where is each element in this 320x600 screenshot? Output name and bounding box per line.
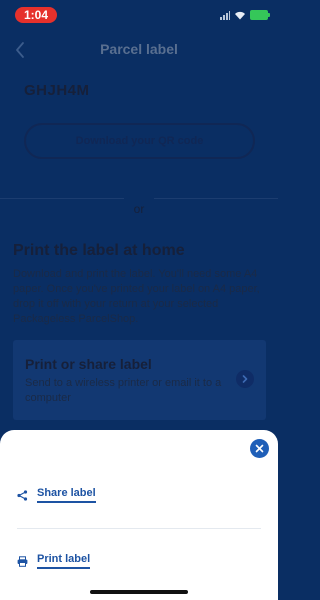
chevron-right-icon[interactable] xyxy=(236,370,254,388)
status-icons xyxy=(220,8,270,22)
print-label-text: Print label xyxy=(37,553,91,569)
print-label-option[interactable]: Print label xyxy=(17,551,91,571)
return-code: GHJH4M xyxy=(24,82,90,99)
download-qr-button[interactable]: Download your QR code xyxy=(24,123,255,159)
signal-icon xyxy=(220,10,230,20)
page-title: Parcel label xyxy=(100,41,178,57)
print-card-title: Print or share label xyxy=(25,356,152,372)
main-content: GHJH4M Download your QR code or Print th… xyxy=(0,70,278,420)
header: Parcel label xyxy=(0,30,278,70)
print-or-share-card[interactable]: Print or share label Send to a wireless … xyxy=(13,340,266,420)
printer-icon xyxy=(17,555,28,567)
status-bar: 1:04 xyxy=(0,0,278,30)
sheet-divider xyxy=(17,528,261,529)
share-print-sheet: Share label Print label xyxy=(0,430,278,600)
divider-left xyxy=(0,198,124,199)
section-title: Print the label at home xyxy=(13,242,185,259)
home-indicator xyxy=(90,590,188,594)
share-label-option[interactable]: Share label xyxy=(17,485,96,505)
print-card-description: Send to a wireless printer or email it t… xyxy=(25,377,222,404)
battery-icon xyxy=(250,10,270,20)
share-icon xyxy=(17,489,28,501)
share-label-text: Share label xyxy=(37,487,96,503)
status-time: 1:04 xyxy=(15,7,57,23)
section-body: Download and print the label. You'll nee… xyxy=(13,268,260,325)
or-separator: or xyxy=(133,202,145,216)
divider-right xyxy=(154,198,278,199)
wifi-icon xyxy=(235,11,245,20)
close-icon[interactable] xyxy=(250,439,269,458)
